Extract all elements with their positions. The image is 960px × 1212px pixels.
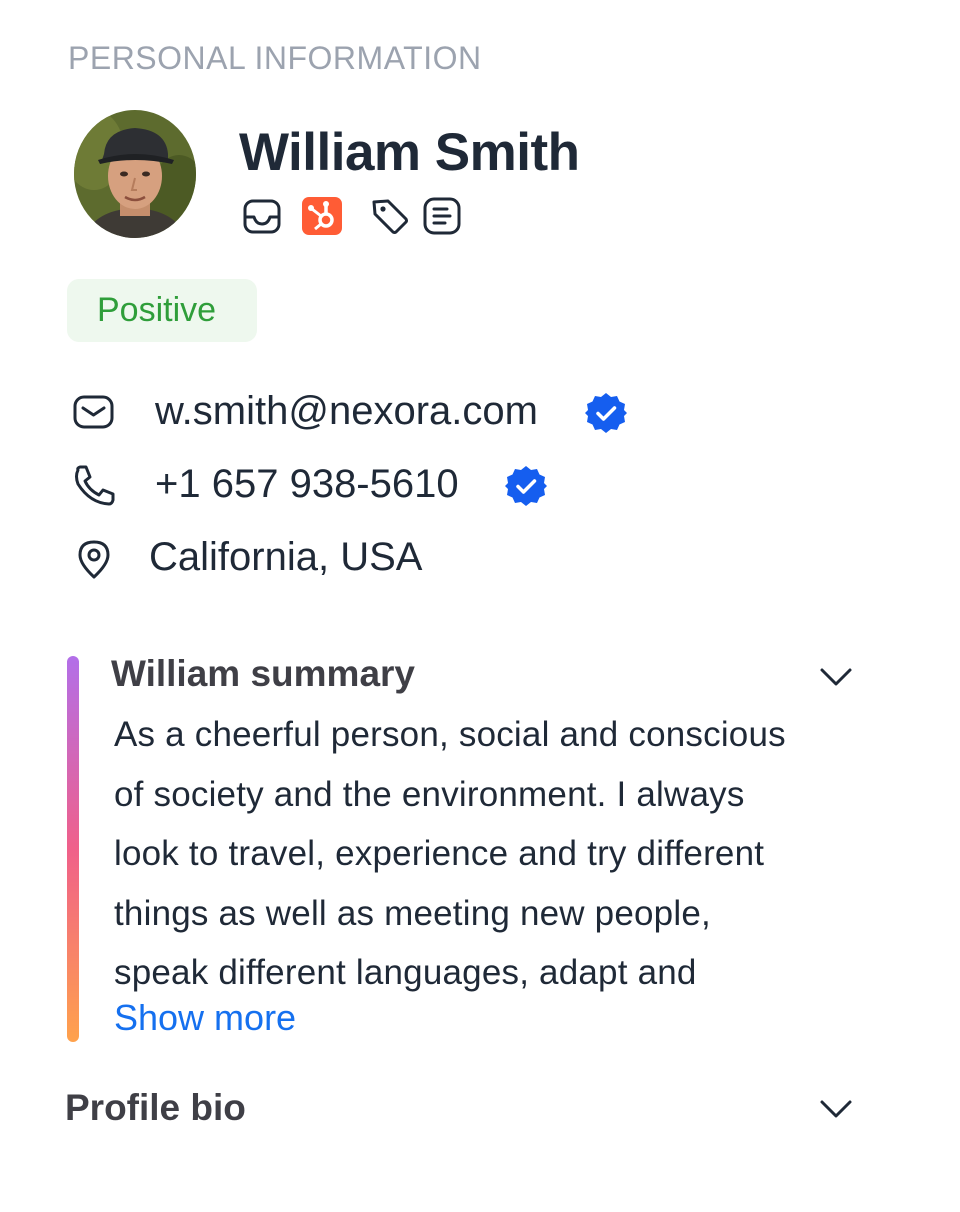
tag-icon[interactable] xyxy=(370,196,410,236)
section-title: PERSONAL INFORMATION xyxy=(68,40,482,76)
show-more-link[interactable]: Show more xyxy=(114,997,296,1039)
location-text: California, USA xyxy=(149,535,423,579)
profile-bio-title[interactable]: Profile bio xyxy=(65,1087,246,1129)
email-text[interactable]: w.smith@nexora.com xyxy=(155,389,538,434)
verified-badge-icon xyxy=(585,393,627,433)
contact-name: William Smith xyxy=(239,123,580,182)
summary-title: William summary xyxy=(111,653,416,694)
inbox-icon[interactable] xyxy=(242,196,282,236)
chevron-down-icon[interactable] xyxy=(816,1089,856,1129)
summary-text: As a cheerful person, social and conscio… xyxy=(114,705,854,1003)
phone-text[interactable]: +1 657 938-5610 xyxy=(155,462,459,507)
summary-line: things as well as meeting new people, xyxy=(114,893,711,933)
summary-line: As a cheerful person, social and conscio… xyxy=(114,715,786,754)
verified-badge-icon xyxy=(505,466,547,506)
location-pin-icon xyxy=(78,540,110,579)
notes-icon[interactable] xyxy=(422,196,462,236)
summary-line: speak different languages, adapt and xyxy=(114,953,697,992)
phone-icon xyxy=(75,465,115,506)
summary-accent-bar xyxy=(67,656,79,1042)
mail-icon xyxy=(73,395,114,429)
avatar xyxy=(74,110,196,238)
sentiment-label: Positive xyxy=(97,291,217,329)
chevron-down-icon[interactable] xyxy=(816,657,856,697)
summary-line: of society and the environment. I always xyxy=(114,774,745,814)
sentiment-badge: Positive xyxy=(67,279,257,342)
hubspot-icon[interactable] xyxy=(302,196,342,236)
summary-line: look to travel, experience and try diffe… xyxy=(114,834,765,873)
